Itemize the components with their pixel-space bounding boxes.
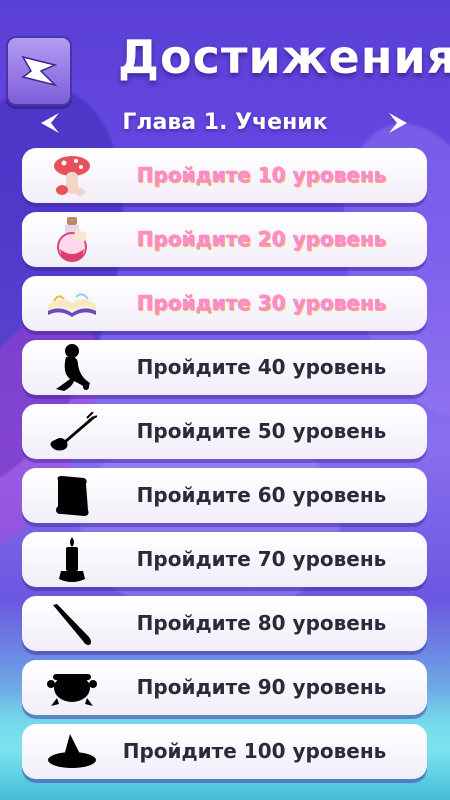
achievement-item[interactable]: Пройдите 60 уровень xyxy=(22,468,427,523)
next-chapter-button[interactable] xyxy=(386,110,412,136)
achievement-label: Пройдите 90 уровень xyxy=(136,675,387,699)
broom-silhouette-icon xyxy=(46,407,98,457)
achievement-item[interactable]: Пройдите 40 уровень xyxy=(22,340,427,395)
achievement-label: Пройдите 100 уровень xyxy=(122,739,387,763)
page-title: Достижения xyxy=(118,30,450,84)
scroll-silhouette-icon xyxy=(46,471,98,521)
back-arrow-icon xyxy=(21,55,58,87)
chapter-title: Глава 1. Ученик xyxy=(122,110,328,135)
witch-hat-silhouette-icon xyxy=(46,727,98,777)
back-button[interactable] xyxy=(6,36,72,106)
previous-chapter-button[interactable] xyxy=(36,110,62,136)
candle-silhouette-icon xyxy=(46,535,98,585)
achievement-label: Пройдите 70 уровень xyxy=(136,547,387,571)
achievement-item[interactable]: Пройдите 20 уровень xyxy=(22,212,427,267)
book-icon xyxy=(46,279,98,329)
achievement-item[interactable]: Пройдите 80 уровень xyxy=(22,596,427,651)
achievements-list: Пройдите 10 уровень Пройдите 20 уровень … xyxy=(22,148,427,788)
achievement-label: Пройдите 80 уровень xyxy=(136,611,387,635)
achievement-item[interactable]: Пройдите 30 уровень xyxy=(22,276,427,331)
achievement-label: Пройдите 50 уровень xyxy=(136,419,387,443)
mushroom-icon xyxy=(46,151,98,201)
achievement-item[interactable]: Пройдите 10 уровень xyxy=(22,148,427,203)
figure-silhouette-icon xyxy=(46,343,98,393)
wand-silhouette-icon xyxy=(46,599,98,649)
achievement-item[interactable]: Пройдите 50 уровень xyxy=(22,404,427,459)
cauldron-silhouette-icon xyxy=(46,663,98,713)
achievement-label: Пройдите 60 уровень xyxy=(136,483,387,507)
achievement-item[interactable]: Пройдите 90 уровень xyxy=(22,660,427,715)
achievement-label: Пройдите 20 уровень xyxy=(136,227,387,251)
chapter-selector: Глава 1. Ученик xyxy=(0,106,450,140)
chevron-left-icon xyxy=(41,113,59,133)
achievement-label: Пройдите 10 уровень xyxy=(136,163,387,187)
potion-icon xyxy=(46,215,98,265)
achievement-item[interactable]: Пройдите 100 уровень xyxy=(22,724,427,779)
achievement-label: Пройдите 30 уровень xyxy=(136,291,387,315)
achievement-label: Пройдите 40 уровень xyxy=(136,355,387,379)
chevron-right-icon xyxy=(389,113,407,133)
achievement-item[interactable]: Пройдите 70 уровень xyxy=(22,532,427,587)
